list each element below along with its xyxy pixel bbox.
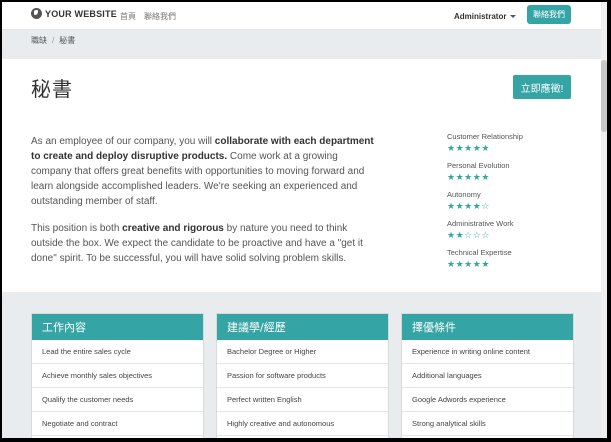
caret-down-icon xyxy=(510,15,517,19)
star-filled-icon: ★ xyxy=(455,230,465,240)
card-responsibilities: 工作內容 Lead the entire sales cycle Achieve… xyxy=(31,313,204,438)
card-title: 擇優條件 xyxy=(402,314,573,340)
skill-name: Personal Evolution xyxy=(447,161,510,170)
desc-text: As an employee of our company, you will xyxy=(31,136,215,147)
list-item: Additional languages xyxy=(402,364,573,388)
desc-bold-text: creative and rigorous xyxy=(122,223,224,234)
skills-panel: Customer Relationship ★★★★★ Personal Evo… xyxy=(447,132,587,277)
breadcrumb-jobs[interactable]: 職缺 xyxy=(31,36,47,45)
site-logo[interactable]: YOUR WEBSITE xyxy=(31,8,117,19)
star-filled-icon: ★ xyxy=(447,259,456,269)
star-filled-icon: ★ xyxy=(447,143,456,153)
breadcrumb-current: 秘書 xyxy=(59,36,76,45)
skill-name: Customer Relationship xyxy=(447,132,523,141)
star-filled-icon: ★ xyxy=(481,259,490,269)
skill-name: Autonomy xyxy=(447,190,481,199)
user-menu[interactable]: Administrator xyxy=(454,12,517,21)
card-title: 工作內容 xyxy=(32,314,203,340)
skill-row: Administrative Work ★★☆☆☆ xyxy=(447,219,587,248)
list-item: Bachelor Degree or Higher xyxy=(217,340,388,364)
star-filled-icon: ★ xyxy=(455,143,465,153)
browser-viewport: YOUR WEBSITE 首頁 聯絡我們 Administrator 聯絡我們 … xyxy=(2,2,607,438)
star-rating: ★★★★★ xyxy=(447,171,587,184)
star-rating: ★★★★★ xyxy=(447,258,587,271)
breadcrumb-separator: / xyxy=(52,36,55,45)
skill-row: Customer Relationship ★★★★★ xyxy=(447,132,587,161)
skill-row: Autonomy ★★★★☆ xyxy=(447,190,587,219)
list-item: Strong analytical skills xyxy=(402,412,573,436)
user-name: Administrator xyxy=(454,12,507,21)
top-navbar: YOUR WEBSITE 首頁 聯絡我們 Administrator 聯絡我們 xyxy=(2,2,601,30)
star-filled-icon: ★ xyxy=(481,172,490,182)
star-empty-icon: ☆ xyxy=(464,230,473,240)
breadcrumb-bar xyxy=(2,30,601,59)
star-filled-icon: ★ xyxy=(455,172,465,182)
scrollbar-thumb[interactable] xyxy=(601,60,607,132)
list-item: Lead the entire sales cycle xyxy=(32,340,203,364)
star-empty-icon: ☆ xyxy=(481,230,490,240)
contact-us-button[interactable]: 聯絡我們 xyxy=(527,5,571,24)
card-title: 建議學/經歷 xyxy=(217,314,388,340)
star-rating: ★★★★★ xyxy=(447,142,587,155)
list-item: Perfect written English xyxy=(217,388,388,412)
skill-name: Technical Expertise xyxy=(447,248,512,257)
star-filled-icon: ★ xyxy=(447,201,456,211)
list-item: Experience in writing online content xyxy=(402,340,573,364)
card-preferred: 擇優條件 Experience in writing online conten… xyxy=(401,313,574,438)
list-item: Achieve monthly sales objectives xyxy=(32,364,203,388)
breadcrumb: 職缺 / 秘書 xyxy=(31,35,75,46)
logo-text: YOUR WEBSITE xyxy=(45,8,117,19)
list-item: Google Adwords experience xyxy=(402,388,573,412)
card-qualifications: 建議學/經歷 Bachelor Degree or Higher Passion… xyxy=(216,313,389,438)
star-filled-icon: ★ xyxy=(464,201,473,211)
list-item: Qualify the customer needs xyxy=(32,388,203,412)
nav-link-contact[interactable]: 聯絡我們 xyxy=(144,11,176,22)
star-filled-icon: ★ xyxy=(447,172,456,182)
globe-icon xyxy=(31,8,42,19)
list-item: Negotiate and contract xyxy=(32,412,203,436)
star-filled-icon: ★ xyxy=(464,172,473,182)
scrollbar[interactable] xyxy=(601,2,607,438)
star-filled-icon: ★ xyxy=(447,230,456,240)
star-filled-icon: ★ xyxy=(481,143,490,153)
star-rating: ★★★★☆ xyxy=(447,200,587,213)
nav-link-home[interactable]: 首頁 xyxy=(120,11,136,22)
description-paragraph-1: As an employee of our company, you will … xyxy=(31,134,381,209)
desc-text: This position is both xyxy=(31,223,123,234)
star-filled-icon: ★ xyxy=(455,259,465,269)
star-empty-icon: ☆ xyxy=(481,201,490,211)
description-paragraph-2: This position is both creative and rigor… xyxy=(31,221,381,266)
skill-name: Administrative Work xyxy=(447,219,514,228)
star-filled-icon: ★ xyxy=(464,143,473,153)
apply-now-button[interactable]: 立即應徵! xyxy=(513,75,571,99)
skill-row: Technical Expertise ★★★★★ xyxy=(447,248,587,277)
list-item: Passion for software products xyxy=(217,364,388,388)
skill-row: Personal Evolution ★★★★★ xyxy=(447,161,587,190)
star-filled-icon: ★ xyxy=(455,201,465,211)
star-filled-icon: ★ xyxy=(464,259,473,269)
list-item: Highly creative and autonomous xyxy=(217,412,388,436)
page-title: 秘書 xyxy=(31,77,73,101)
star-rating: ★★☆☆☆ xyxy=(447,229,587,242)
